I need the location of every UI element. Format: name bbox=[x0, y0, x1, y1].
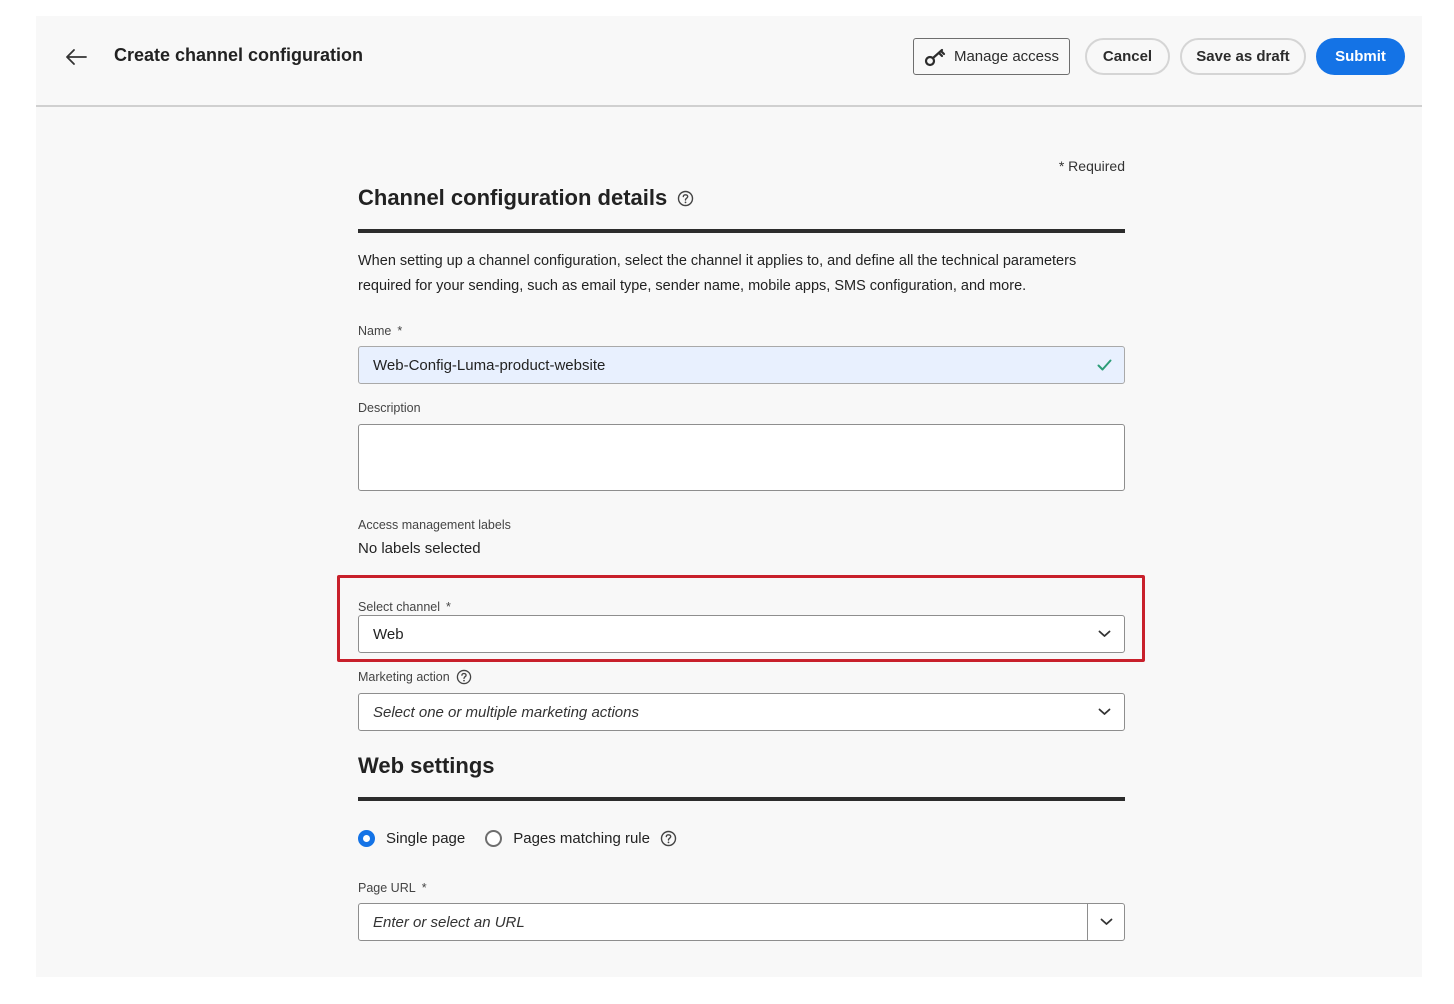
section-title: Channel configuration details bbox=[358, 185, 694, 211]
single-page-label: Single page bbox=[386, 830, 466, 847]
pages-matching-rule-radio[interactable] bbox=[485, 830, 503, 847]
access-labels-label: Access management labels bbox=[358, 518, 511, 532]
manage-access-label: Manage access bbox=[953, 48, 1060, 65]
key-icon bbox=[924, 48, 946, 66]
access-labels-value: No labels selected bbox=[358, 540, 481, 557]
name-field-value: Web-Config-Luma-product-website bbox=[373, 356, 606, 374]
chevron-down-icon bbox=[1100, 918, 1112, 925]
channel-label-text: Select channel bbox=[358, 600, 441, 614]
web-settings-divider bbox=[358, 797, 1125, 801]
url-dropdown-button[interactable] bbox=[1088, 904, 1124, 940]
pages-matching-rule-label: Pages matching rule bbox=[513, 830, 650, 847]
app-window: Create channel configuration Manage acce… bbox=[36, 16, 1422, 977]
channel-select[interactable]: Web bbox=[358, 615, 1125, 653]
web-settings-title: Web settings bbox=[358, 753, 495, 779]
page-header: Create channel configuration Manage acce… bbox=[36, 16, 1422, 107]
channel-label: Select channel * bbox=[358, 600, 451, 614]
marketing-action-placeholder: Select one or multiple marketing actions bbox=[373, 703, 639, 721]
help-icon[interactable] bbox=[677, 190, 694, 207]
name-field[interactable]: Web-Config-Luma-product-website bbox=[358, 346, 1125, 384]
manage-access-button[interactable]: Manage access bbox=[913, 38, 1070, 75]
arrow-left-icon bbox=[66, 49, 87, 65]
required-mark: * bbox=[421, 881, 427, 895]
description-textarea[interactable] bbox=[358, 424, 1125, 491]
back-button[interactable] bbox=[62, 44, 90, 70]
help-icon[interactable] bbox=[456, 669, 472, 685]
page-url-label: Page URL * bbox=[358, 881, 427, 895]
checkmark-icon bbox=[1084, 347, 1124, 383]
required-note: * Required bbox=[1058, 158, 1125, 174]
single-page-radio[interactable] bbox=[358, 830, 375, 847]
submit-button[interactable]: Submit bbox=[1316, 38, 1405, 75]
page-url-placeholder: Enter or select an URL bbox=[373, 913, 525, 931]
required-mark: * bbox=[446, 600, 451, 614]
name-label: Name * bbox=[358, 324, 402, 338]
save-as-draft-button[interactable]: Save as draft bbox=[1180, 38, 1306, 75]
chevron-down-icon bbox=[1084, 694, 1124, 730]
required-mark: * bbox=[397, 324, 403, 338]
cancel-button[interactable]: Cancel bbox=[1085, 38, 1170, 75]
chevron-down-icon bbox=[1084, 616, 1124, 652]
page-title: Create channel configuration bbox=[114, 45, 364, 65]
page-url-label-text: Page URL bbox=[358, 881, 416, 895]
channel-select-value: Web bbox=[373, 625, 404, 643]
description-label: Description bbox=[358, 401, 421, 415]
section-divider bbox=[358, 229, 1125, 233]
description-label-text: Description bbox=[358, 401, 421, 415]
help-icon[interactable] bbox=[660, 830, 677, 847]
name-label-text: Name bbox=[358, 324, 392, 338]
section-description: When setting up a channel configuration,… bbox=[358, 253, 1077, 294]
marketing-action-select[interactable]: Select one or multiple marketing actions bbox=[358, 693, 1125, 731]
marketing-action-label: Marketing action bbox=[358, 669, 472, 685]
page-type-radio-group: Single page Pages matching rule bbox=[358, 830, 677, 847]
section-title-text: Channel configuration details bbox=[358, 185, 668, 210]
page-url-combobox[interactable]: Enter or select an URL bbox=[358, 903, 1125, 941]
access-labels-label-text: Access management labels bbox=[358, 518, 511, 532]
marketing-action-label-text: Marketing action bbox=[358, 670, 450, 684]
web-settings-title-text: Web settings bbox=[358, 753, 495, 778]
